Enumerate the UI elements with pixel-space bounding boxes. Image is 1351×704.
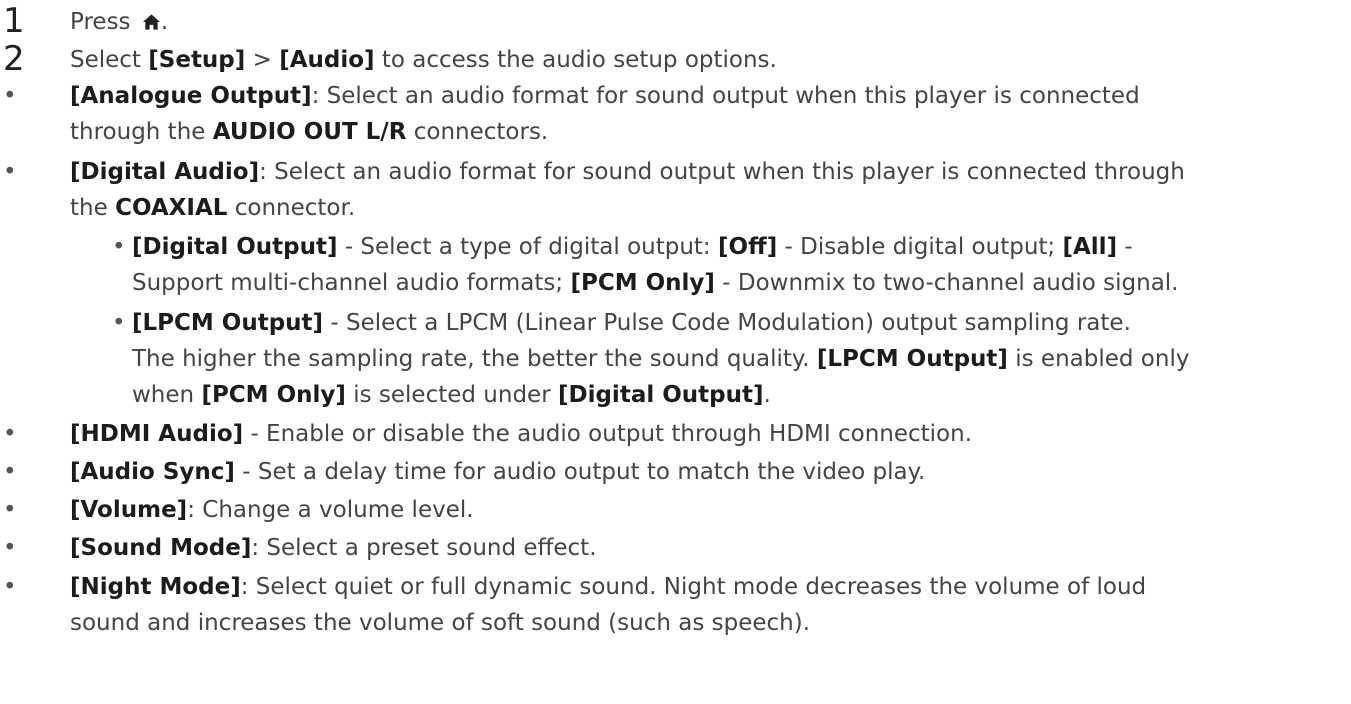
step-text: Press .: [70, 9, 169, 35]
bullet: •: [3, 535, 17, 561]
bullet: •: [3, 459, 17, 485]
bullet: •: [3, 574, 17, 600]
bullet: •: [112, 310, 126, 336]
home-icon: [142, 14, 160, 30]
bullet: •: [3, 159, 17, 185]
bullet: •: [3, 421, 17, 447]
step-number: 1: [3, 1, 25, 41]
step-text: Select [Setup] > [Audio] to access the a…: [70, 47, 777, 73]
bullet: •: [3, 497, 17, 523]
bullet: •: [3, 83, 17, 109]
bullet: •: [112, 234, 126, 260]
step-number: 2: [3, 39, 25, 79]
audio-setup-instructions: 1 Press . 2 Select [Setup] > [Audio] to …: [3, 1, 1190, 636]
